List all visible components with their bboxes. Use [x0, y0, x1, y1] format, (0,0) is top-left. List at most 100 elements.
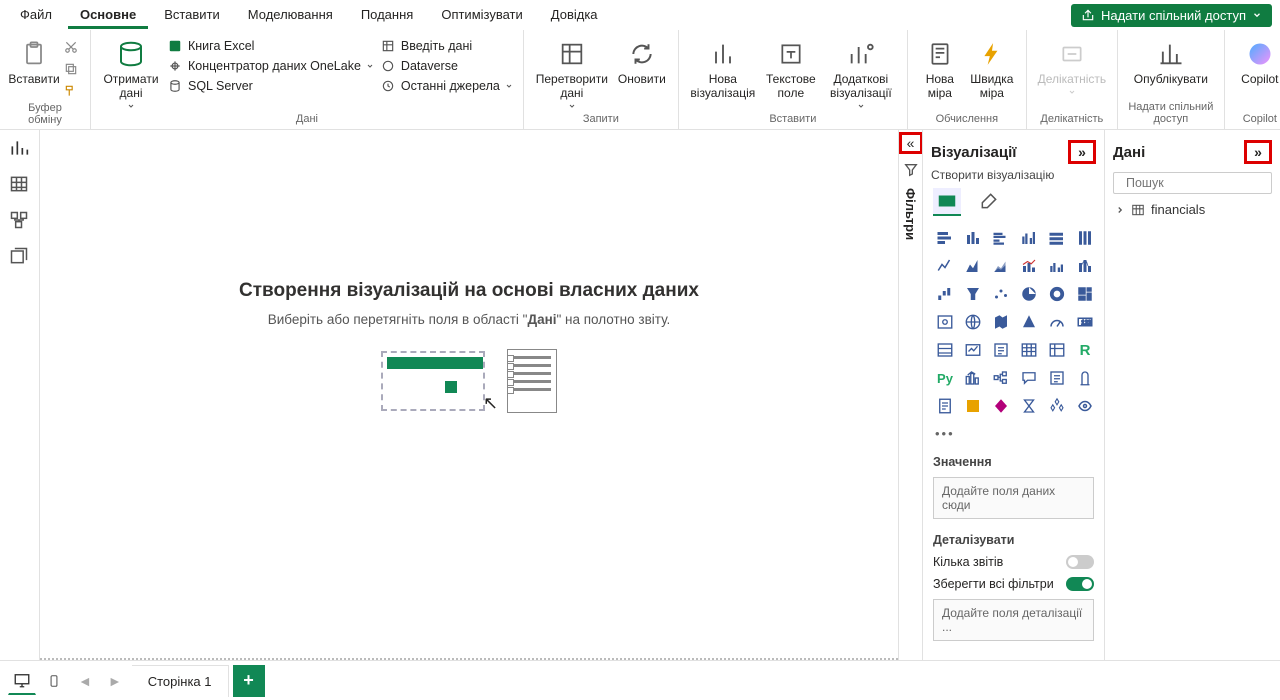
- multirow-card-icon[interactable]: [933, 338, 957, 362]
- donut-icon[interactable]: [1045, 282, 1069, 306]
- recent-sources-button[interactable]: Останні джерела: [380, 78, 513, 94]
- area-chart-icon[interactable]: [961, 254, 985, 278]
- fields-search-input[interactable]: [1126, 176, 1280, 190]
- menu-home[interactable]: Основне: [68, 2, 148, 29]
- slicer-icon[interactable]: [989, 338, 1013, 362]
- menu-modeling[interactable]: Моделювання: [236, 2, 345, 29]
- publish-button[interactable]: Опублікувати: [1128, 34, 1214, 86]
- matrix-icon[interactable]: [1045, 338, 1069, 362]
- quick-measure-button[interactable]: Швидка міра: [968, 34, 1016, 100]
- r-visual-icon[interactable]: R: [1073, 338, 1097, 362]
- menu-insert[interactable]: Вставити: [152, 2, 232, 29]
- arcgis-icon[interactable]: [961, 394, 985, 418]
- stacked-bar-icon[interactable]: [933, 226, 957, 250]
- decomposition-tree-icon[interactable]: [989, 366, 1013, 390]
- paginated-report-icon[interactable]: [933, 394, 957, 418]
- quick-measure-icon: [976, 38, 1008, 70]
- sql-server-button[interactable]: SQL Server: [167, 78, 374, 94]
- transform-data-button[interactable]: Перетворити дані: [534, 34, 610, 110]
- table-financials[interactable]: financials: [1105, 200, 1280, 219]
- azure-map-icon[interactable]: [989, 310, 1013, 334]
- copy-icon[interactable]: [64, 62, 80, 78]
- line-stacked-column-icon[interactable]: [1017, 254, 1041, 278]
- fields-search[interactable]: [1113, 172, 1272, 194]
- table-visual-icon[interactable]: [1017, 338, 1041, 362]
- menu-optimize[interactable]: Оптимізувати: [429, 2, 534, 29]
- canvas-empty-subtitle: Виберіть або перетягніть поля в області …: [268, 312, 671, 327]
- map-icon[interactable]: [933, 310, 957, 334]
- get-data-button[interactable]: Отримати дані: [101, 34, 161, 110]
- prev-page-button[interactable]: ◄: [72, 673, 98, 689]
- add-page-button[interactable]: +: [233, 665, 265, 697]
- menu-view[interactable]: Подання: [349, 2, 426, 29]
- funnel-icon[interactable]: [961, 282, 985, 306]
- viz-more-button[interactable]: •••: [923, 422, 1104, 445]
- cut-icon[interactable]: [64, 40, 80, 56]
- paste-label: Вставити: [8, 72, 59, 86]
- onelake-hub-button[interactable]: Концентратор даних OneLake: [167, 58, 374, 74]
- power-apps-icon[interactable]: [989, 394, 1013, 418]
- report-view-icon[interactable]: [9, 138, 31, 160]
- collapse-viz-button[interactable]: »: [1068, 140, 1096, 164]
- share-button[interactable]: Надати спільний доступ: [1071, 4, 1272, 27]
- new-measure-button[interactable]: Нова міра: [918, 34, 962, 100]
- stacked-area-icon[interactable]: [989, 254, 1013, 278]
- dataverse-button[interactable]: Dataverse: [380, 58, 513, 74]
- dax-view-icon[interactable]: [9, 246, 31, 268]
- clustered-column-icon[interactable]: [1017, 226, 1041, 250]
- page-tab-1[interactable]: Сторінка 1: [132, 665, 229, 697]
- stacked-column-icon[interactable]: [961, 226, 985, 250]
- hundred-stacked-column-icon[interactable]: [1073, 226, 1097, 250]
- clipboard-tools: [64, 34, 80, 100]
- line-chart-icon[interactable]: [933, 254, 957, 278]
- hundred-stacked-bar-icon[interactable]: [1045, 226, 1069, 250]
- format-visual-tab[interactable]: [975, 188, 1003, 216]
- shape-map-icon[interactable]: [1017, 310, 1041, 334]
- card-icon[interactable]: 123: [1073, 310, 1097, 334]
- apps-icon[interactable]: [1045, 394, 1069, 418]
- scatter-icon[interactable]: [989, 282, 1013, 306]
- mobile-layout-button[interactable]: [40, 667, 68, 695]
- qa-visual-icon[interactable]: [1017, 366, 1041, 390]
- treemap-icon[interactable]: [1073, 282, 1097, 306]
- smart-narrative-icon[interactable]: [1045, 366, 1069, 390]
- cross-report-toggle[interactable]: [1066, 555, 1094, 569]
- model-view-icon[interactable]: [9, 210, 31, 232]
- menu-file[interactable]: Файл: [8, 2, 64, 29]
- expand-filters-button[interactable]: «: [899, 132, 923, 154]
- menu-help[interactable]: Довідка: [539, 2, 610, 29]
- ribbon-chart-icon[interactable]: [1073, 254, 1097, 278]
- table-view-icon[interactable]: [9, 174, 31, 196]
- collapse-data-button[interactable]: »: [1244, 140, 1272, 164]
- format-painter-icon[interactable]: [64, 84, 80, 100]
- copilot-button[interactable]: Copilot: [1235, 34, 1280, 86]
- paste-button[interactable]: Вставити: [10, 34, 58, 86]
- excel-workbook-button[interactable]: Книга Excel: [167, 38, 374, 54]
- sensitivity-button[interactable]: Делікатність: [1037, 34, 1107, 96]
- more-visuals-button[interactable]: Додаткові візуалізації: [825, 34, 897, 110]
- drillthrough-drop-area[interactable]: Додайте поля деталізації ...: [933, 599, 1094, 641]
- goals-icon[interactable]: [1073, 366, 1097, 390]
- filled-map-icon[interactable]: [961, 310, 985, 334]
- get-more-visuals-icon[interactable]: [1073, 394, 1097, 418]
- next-page-button[interactable]: ►: [102, 673, 128, 689]
- clustered-bar-icon[interactable]: [989, 226, 1013, 250]
- values-drop-area[interactable]: Додайте поля даних сюди: [933, 477, 1094, 519]
- py-visual-icon[interactable]: Py: [933, 366, 957, 390]
- keep-filters-toggle[interactable]: [1066, 577, 1094, 591]
- build-visual-tab[interactable]: [933, 188, 961, 216]
- gauge-icon[interactable]: [1045, 310, 1069, 334]
- enter-data-button[interactable]: Введіть дані: [380, 38, 513, 54]
- power-automate-icon[interactable]: [1017, 394, 1041, 418]
- filters-label[interactable]: Фільтри: [903, 188, 918, 240]
- new-visual-button[interactable]: Нова візуалізація: [689, 34, 757, 100]
- report-canvas[interactable]: Створення візуалізацій на основі власних…: [40, 130, 898, 660]
- waterfall-icon[interactable]: [933, 282, 957, 306]
- key-influencers-icon[interactable]: [961, 366, 985, 390]
- refresh-button[interactable]: Оновити: [616, 34, 668, 86]
- line-clustered-column-icon[interactable]: [1045, 254, 1069, 278]
- text-box-button[interactable]: Текстове поле: [763, 34, 819, 100]
- kpi-icon[interactable]: [961, 338, 985, 362]
- desktop-layout-button[interactable]: [8, 667, 36, 695]
- pie-icon[interactable]: [1017, 282, 1041, 306]
